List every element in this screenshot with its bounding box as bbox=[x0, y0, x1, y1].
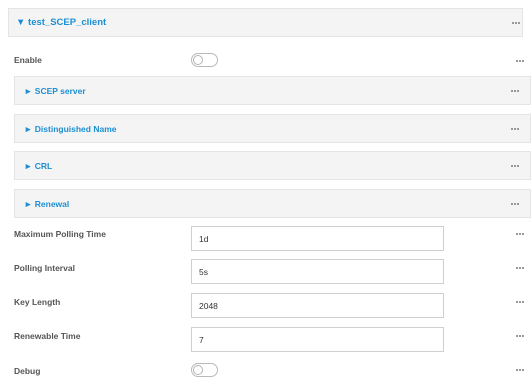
section-renewal[interactable]: ► Renewal bbox=[14, 189, 531, 218]
key-length-input[interactable] bbox=[191, 293, 444, 318]
more-options-icon[interactable] bbox=[516, 335, 524, 337]
more-options-icon[interactable] bbox=[516, 267, 524, 269]
section-renewal-title: ► Renewal bbox=[24, 199, 70, 209]
enable-toggle[interactable] bbox=[191, 53, 218, 67]
section-scep-server[interactable]: ► SCEP server bbox=[14, 76, 531, 105]
toggle-knob bbox=[193, 365, 203, 375]
section-distinguished-name[interactable]: ► Distinguished Name bbox=[14, 114, 531, 143]
max-polling-time-input[interactable] bbox=[191, 226, 444, 251]
more-options-icon[interactable] bbox=[511, 165, 519, 167]
client-title: ▼ test_SCEP_client bbox=[16, 17, 107, 28]
renewable-time-label: Renewable Time bbox=[14, 331, 81, 341]
section-crl-title: ► CRL bbox=[24, 161, 53, 171]
enable-label: Enable bbox=[14, 55, 42, 65]
more-options-icon[interactable] bbox=[516, 233, 524, 235]
more-options-icon[interactable] bbox=[511, 203, 519, 205]
toggle-knob bbox=[193, 55, 203, 65]
max-polling-time-label: Maximum Polling Time bbox=[14, 229, 106, 239]
key-length-label: Key Length bbox=[14, 297, 61, 307]
more-options-icon[interactable] bbox=[511, 128, 519, 130]
debug-toggle[interactable] bbox=[191, 363, 218, 377]
more-options-icon[interactable] bbox=[516, 369, 524, 371]
polling-interval-input[interactable] bbox=[191, 259, 444, 284]
more-options-icon[interactable] bbox=[512, 22, 520, 24]
more-options-icon[interactable] bbox=[516, 301, 524, 303]
polling-interval-label: Polling Interval bbox=[14, 263, 75, 273]
debug-label: Debug bbox=[14, 366, 41, 376]
more-options-icon[interactable] bbox=[511, 90, 519, 92]
renewable-time-input[interactable] bbox=[191, 327, 444, 352]
more-options-icon[interactable] bbox=[516, 60, 524, 62]
client-header[interactable]: ▼ test_SCEP_client bbox=[8, 8, 523, 37]
section-crl[interactable]: ► CRL bbox=[14, 151, 531, 180]
section-scep-server-title: ► SCEP server bbox=[24, 86, 86, 96]
section-distinguished-name-title: ► Distinguished Name bbox=[24, 124, 117, 134]
